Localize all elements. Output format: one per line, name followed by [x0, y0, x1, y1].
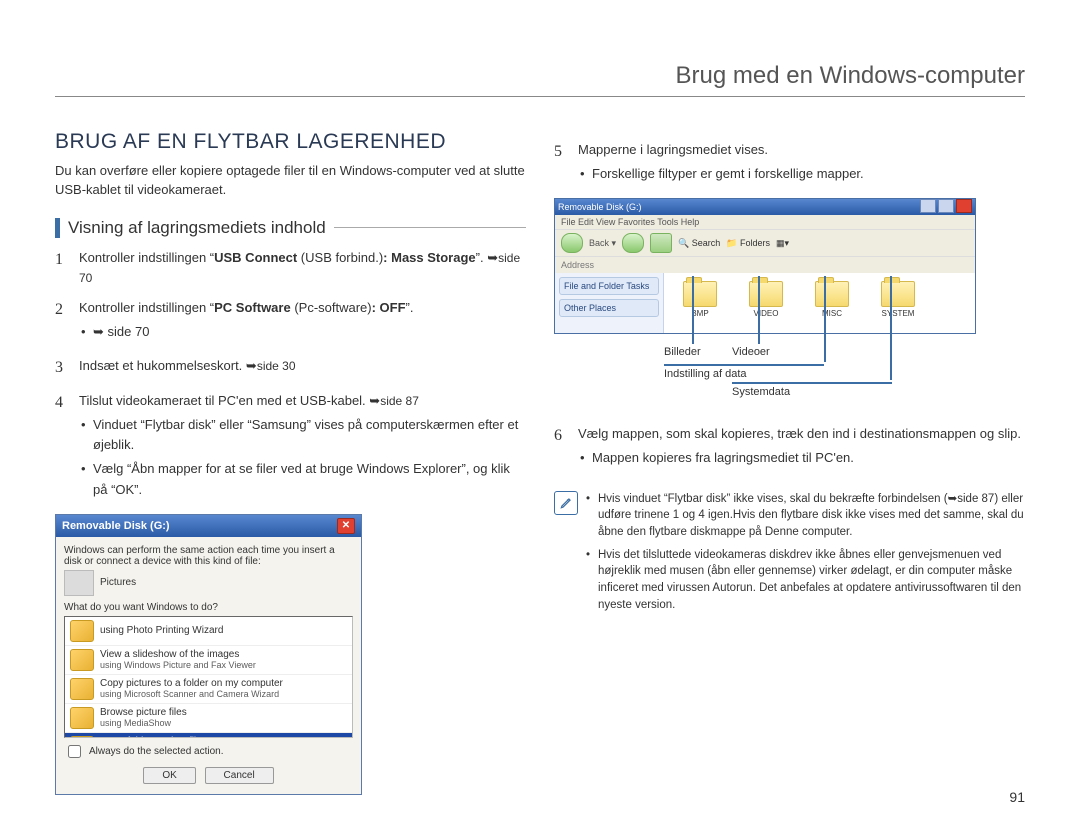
folder-callouts: Billeder Videoer Indstilling af data Sys… — [554, 334, 974, 414]
dialog-option[interactable]: using Photo Printing Wizard — [65, 617, 352, 646]
explorer-window: Removable Disk (G:) File Edit View Favor… — [554, 198, 976, 334]
up-icon[interactable] — [650, 233, 672, 253]
step-number: 4 — [55, 391, 71, 504]
subhead-rule — [334, 227, 526, 228]
dialog-option[interactable]: View a slideshow of the imagesusing Wind… — [65, 646, 352, 675]
step-bullet: Mappen kopieres fra lagringsmediet til P… — [578, 448, 1021, 468]
removable-disk-dialog: Removable Disk (G:) ✕ Windows can perfor… — [55, 514, 362, 795]
step-bullet: Forskellige filtyper er gemt i forskelli… — [578, 164, 864, 184]
sidebar-item-tasks[interactable]: File and Folder Tasks — [559, 277, 659, 295]
explorer-sidebar[interactable]: File and Folder Tasks Other Places — [555, 273, 664, 333]
option-icon — [70, 736, 94, 738]
page-number: 91 — [1009, 789, 1025, 805]
subheading: Visning af lagringsmediets indhold — [68, 218, 326, 238]
explorer-menubar[interactable]: File Edit View Favorites Tools Help — [555, 215, 975, 229]
folder-item[interactable]: SYSTEM — [874, 281, 922, 318]
intro-paragraph: Du kan overføre eller kopiere optagede f… — [55, 162, 526, 200]
section-heading: BRUG AF EN FLYTBAR LAGERENHED — [55, 130, 526, 154]
cancel-button[interactable]: Cancel — [205, 767, 274, 784]
back-icon[interactable] — [561, 233, 583, 253]
pictures-icon — [64, 570, 94, 596]
dialog-kind: Pictures — [100, 577, 136, 588]
step-number: 3 — [55, 356, 71, 381]
dialog-option[interactable]: Copy pictures to a folder on my computer… — [65, 675, 352, 704]
folder-item[interactable]: VIDEO — [742, 281, 790, 318]
subheading-row: Visning af lagringsmediets indhold — [55, 218, 526, 238]
callout-datasettings: Indstilling af data — [664, 364, 824, 380]
close-icon[interactable]: ✕ — [337, 518, 355, 534]
dialog-title: Removable Disk (G:) — [62, 520, 170, 532]
always-label: Always do the selected action. — [89, 746, 224, 757]
step-6: 6Vælg mappen, som skal kopieres, træk de… — [554, 424, 1025, 472]
steps-left: 1Kontroller indstillingen “USB Connect (… — [55, 248, 526, 504]
step-number: 1 — [55, 248, 71, 288]
folder-icon — [749, 281, 783, 307]
step-number: 6 — [554, 424, 570, 472]
step-number: 5 — [554, 140, 570, 188]
callout-videos: Videoer — [732, 346, 770, 358]
dialog-option-list[interactable]: using Photo Printing WizardView a slides… — [64, 616, 353, 738]
page-header-title: Brug med en Windows-computer — [676, 62, 1025, 90]
dialog-desc: Windows can perform the same action each… — [64, 545, 353, 567]
option-icon — [70, 678, 94, 700]
note-list: Hvis vinduet “Flytbar disk” ikke vises, … — [586, 491, 1025, 620]
subhead-accent — [55, 218, 60, 238]
step-item: 4Tilslut videokameraet til PC'en med et … — [55, 391, 526, 504]
window-buttons[interactable] — [918, 199, 972, 215]
callout-images: Billeder — [664, 346, 701, 358]
callout-systemdata: Systemdata — [732, 382, 892, 398]
folder-icon — [881, 281, 915, 307]
step-bullet: Vinduet “Flytbar disk” eller “Samsung” v… — [79, 415, 526, 455]
step-item: 1Kontroller indstillingen “USB Connect (… — [55, 248, 526, 288]
note-box: Hvis vinduet “Flytbar disk” ikke vises, … — [554, 491, 1025, 620]
folder-icon — [815, 281, 849, 307]
folder-item[interactable]: MISC — [808, 281, 856, 318]
note-item: Hvis det tilsluttede videokameras diskdr… — [586, 547, 1025, 614]
always-checkbox[interactable] — [68, 745, 81, 758]
step-item: 3Indsæt et hukommelseskort. ➥side 30 — [55, 356, 526, 381]
explorer-addressbar[interactable]: Address — [555, 256, 975, 273]
steps-right: 5Mapperne i lagringsmediet vises.Forskel… — [554, 140, 1025, 188]
note-item: Hvis vinduet “Flytbar disk” ikke vises, … — [586, 491, 1025, 541]
ok-button[interactable]: OK — [143, 767, 195, 784]
sidebar-item-other[interactable]: Other Places — [559, 299, 659, 317]
step-number: 2 — [55, 298, 71, 346]
dialog-question: What do you want Windows to do? — [64, 602, 353, 613]
explorer-folder-pane[interactable]: BMP VIDEO MISC SYSTEM — [664, 273, 975, 333]
header-rule — [55, 96, 1025, 97]
step-item: 5Mapperne i lagringsmediet vises.Forskel… — [554, 140, 1025, 188]
folder-item[interactable]: BMP — [676, 281, 724, 318]
forward-icon[interactable] — [622, 233, 644, 253]
note-icon — [554, 491, 578, 515]
folder-icon — [683, 281, 717, 307]
option-icon — [70, 649, 94, 671]
option-icon — [70, 707, 94, 729]
dialog-option[interactable]: Browse picture filesusing MediaShow — [65, 704, 352, 733]
explorer-toolbar[interactable]: Back ▾ 🔍 Search📁 Folders▦▾ — [555, 229, 975, 256]
step-item: 6Vælg mappen, som skal kopieres, træk de… — [554, 424, 1025, 472]
dialog-option[interactable]: Open folder to view filesusing Windows E… — [65, 733, 352, 738]
explorer-title: Removable Disk (G:) — [558, 202, 642, 212]
option-icon — [70, 620, 94, 642]
step-bullet: Vælg “Åbn mapper for at se filer ved at … — [79, 459, 526, 499]
step-item: 2Kontroller indstillingen “PC Software (… — [55, 298, 526, 346]
